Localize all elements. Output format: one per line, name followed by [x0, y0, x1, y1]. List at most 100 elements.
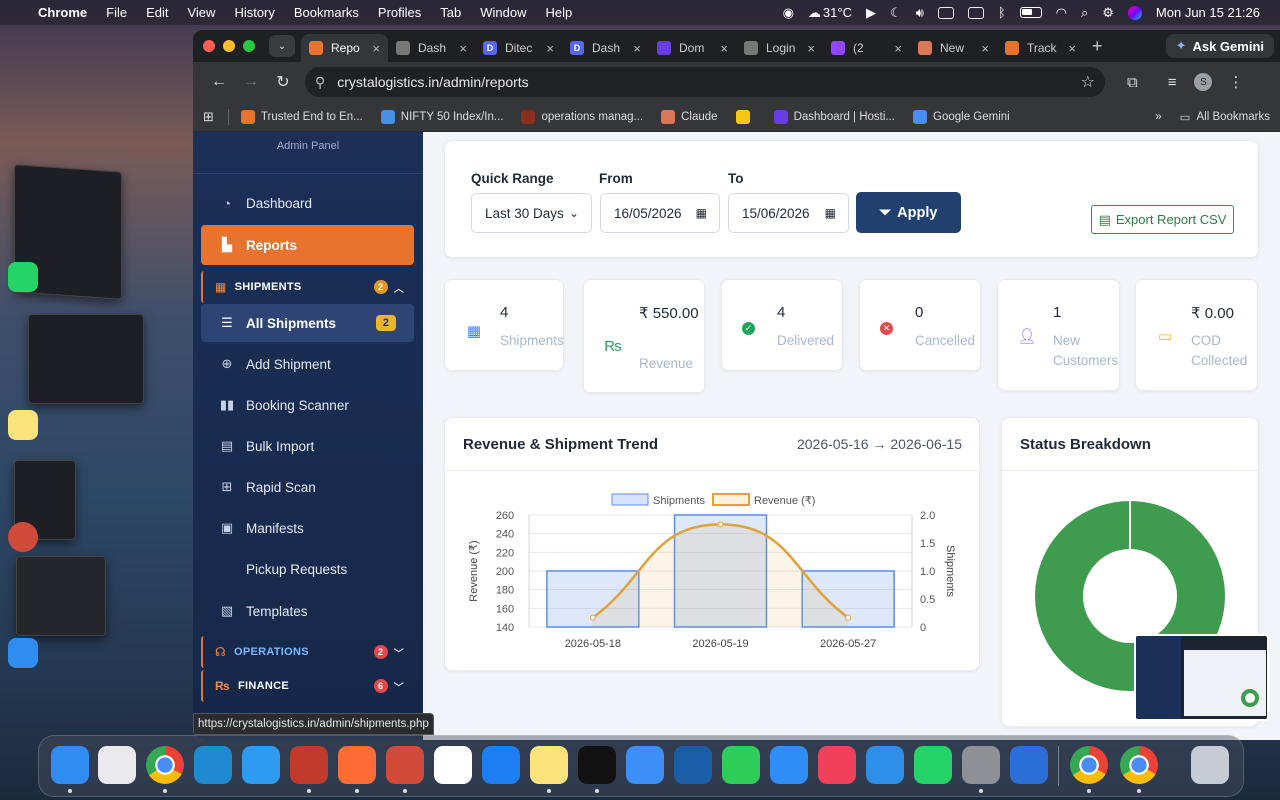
ask-gemini-button[interactable]: ✦ Ask Gemini: [1165, 34, 1274, 58]
chevron-down-icon[interactable]: ﹀: [394, 679, 404, 694]
dock-database-icon[interactable]: [290, 746, 328, 784]
sidebar-item-pickup-requests[interactable]: Pickup Requests: [201, 550, 414, 588]
to-date-input[interactable]: 15/06/2026 ▦: [728, 193, 849, 233]
siri-icon[interactable]: [1127, 5, 1142, 20]
sidebar-item-manifests[interactable]: ▣ Manifests: [201, 509, 414, 547]
dock-app-store-icon[interactable]: [770, 746, 808, 784]
dock-remote-desktop-icon[interactable]: [386, 746, 424, 784]
reload-icon[interactable]: ↻: [267, 72, 299, 92]
forward-arrow-icon[interactable]: →: [235, 73, 267, 91]
remote-desktop-icon[interactable]: [8, 522, 38, 552]
search-icon[interactable]: ⌕: [1081, 5, 1088, 21]
dock-mail-icon[interactable]: [626, 746, 664, 784]
dock-safari-icon[interactable]: [242, 746, 280, 784]
menu-help[interactable]: Help: [546, 5, 573, 20]
dock-spotify-icon[interactable]: [578, 746, 616, 784]
control-center-icon[interactable]: ⚙: [1102, 5, 1114, 21]
minimize-window-button[interactable]: [223, 40, 235, 52]
apps-grid-icon[interactable]: ⊞: [203, 109, 214, 125]
dock-keynote-icon[interactable]: [866, 746, 904, 784]
close-tab-icon[interactable]: ×: [459, 41, 467, 56]
dock-chrome-3-icon[interactable]: [1120, 746, 1158, 784]
browser-tab[interactable]: Track ×: [997, 34, 1084, 62]
finder-icon[interactable]: [8, 638, 38, 668]
profile-avatar[interactable]: S: [1194, 73, 1213, 91]
sidebar-item-bulk-import[interactable]: ▤ Bulk Import: [201, 427, 414, 465]
new-tab-button[interactable]: +: [1092, 36, 1103, 57]
dock-launchpad-icon[interactable]: [98, 746, 136, 784]
chevron-down-icon[interactable]: ﹀: [394, 645, 404, 660]
close-tab-icon[interactable]: ×: [372, 41, 380, 56]
close-tab-icon[interactable]: ×: [1068, 41, 1076, 56]
sidebar-item-booking-scanner[interactable]: ▮▮ Booking Scanner: [201, 386, 414, 424]
bookmarks-overflow-icon[interactable]: »: [1155, 111, 1161, 123]
dock-xcode-instruments-icon[interactable]: [434, 746, 472, 784]
clock[interactable]: Mon Jun 15 21:26: [1156, 5, 1260, 20]
close-tab-icon[interactable]: ×: [546, 41, 554, 56]
bookmark-star-icon[interactable]: ☆: [1081, 72, 1095, 92]
dock-trash-icon[interactable]: [1191, 746, 1229, 784]
dock-settings-icon[interactable]: [962, 746, 1000, 784]
menu-profiles[interactable]: Profiles: [378, 5, 421, 20]
url-text[interactable]: crystalogistics.in/admin/reports: [337, 74, 528, 90]
battery-icon[interactable]: [1019, 7, 1042, 18]
sidebar-item-reports[interactable]: ▙ Reports: [201, 225, 414, 265]
menu-edit[interactable]: Edit: [146, 5, 168, 20]
browser-tab[interactable]: D Ditec ×: [475, 34, 562, 62]
dock-chrome-icon[interactable]: [146, 746, 184, 784]
browser-tab[interactable]: D Dash ×: [562, 34, 649, 62]
extensions-icon[interactable]: ⧉: [1127, 74, 1138, 91]
close-tab-icon[interactable]: ×: [633, 41, 641, 56]
weather-icon[interactable]: ☁: [808, 5, 821, 21]
browser-tab[interactable]: New ×: [910, 34, 997, 62]
bookmark-item[interactable]: operations manag...: [521, 109, 643, 124]
bookmark-item[interactable]: [735, 109, 756, 124]
browser-tab[interactable]: Repo ×: [301, 34, 388, 62]
browser-tab[interactable]: (2 ×: [823, 34, 910, 62]
close-window-button[interactable]: [203, 40, 215, 52]
back-arrow-icon[interactable]: ←: [203, 73, 235, 91]
browser-tab[interactable]: Login ×: [736, 34, 823, 62]
sidebar-item-templates[interactable]: ▧ Templates: [201, 592, 414, 630]
bookmark-item[interactable]: Dashboard | Hosti...: [773, 109, 895, 124]
chevron-up-icon[interactable]: ︿: [394, 280, 404, 295]
dock-finder-icon[interactable]: [51, 746, 89, 784]
menu-window[interactable]: Window: [480, 5, 526, 20]
dock-chrome-2-icon[interactable]: [1070, 746, 1108, 784]
sidebar-group-operations[interactable]: ☊ OPERATIONS 2 ﹀: [201, 636, 414, 668]
display-icon[interactable]: [937, 6, 954, 19]
bluetooth-icon[interactable]: ᛒ: [998, 5, 1006, 20]
sidebar-group-shipments[interactable]: ▦ SHIPMENTS 2 ︿: [201, 271, 414, 303]
close-tab-icon[interactable]: ×: [807, 41, 815, 56]
dock-paw-icon[interactable]: [338, 746, 376, 784]
window-icon[interactable]: [967, 6, 984, 19]
bookmark-item[interactable]: Claude: [661, 109, 718, 124]
desktop-window-thumbnail[interactable]: [16, 556, 106, 636]
dock-xcode-icon[interactable]: [482, 746, 520, 784]
bookmark-item[interactable]: Google Gemini: [913, 109, 1010, 124]
browser-tab[interactable]: Dom ×: [649, 34, 736, 62]
sidebar-group-finance[interactable]: ₨ FINANCE 6 ﹀: [201, 670, 414, 702]
play-icon[interactable]: ▶: [866, 5, 876, 21]
tab-search-chevron-icon[interactable]: ⌄: [269, 35, 295, 57]
dock-vscode-icon[interactable]: [194, 746, 232, 784]
moon-icon[interactable]: ☾: [890, 5, 902, 21]
dock-notes-icon[interactable]: [530, 746, 568, 784]
calendar-icon[interactable]: ▦: [696, 206, 707, 220]
dock-quicktime-icon[interactable]: [1010, 746, 1048, 784]
export-csv-button[interactable]: ▤ Export Report CSV: [1091, 205, 1234, 234]
calendar-icon[interactable]: ▦: [825, 206, 836, 220]
menu-file[interactable]: File: [106, 5, 127, 20]
sidebar-item-all-shipments[interactable]: ☰ All Shipments 2: [201, 304, 414, 342]
all-bookmarks-link[interactable]: All Bookmarks: [1197, 111, 1271, 123]
url-omnibox[interactable]: ⚲ crystalogistics.in/admin/reports ☆: [305, 67, 1105, 97]
menu-history[interactable]: History: [234, 5, 274, 20]
whatsapp-icon[interactable]: [8, 262, 38, 292]
dock-thunderbird-icon[interactable]: [674, 746, 712, 784]
sidebar-item-dashboard[interactable]: ◔ Dashboard: [201, 184, 414, 222]
close-tab-icon[interactable]: ×: [720, 41, 728, 56]
browser-tab[interactable]: Dash ×: [388, 34, 475, 62]
bookmark-item[interactable]: Trusted End to En...: [240, 109, 363, 124]
chrome-menu-icon[interactable]: ⋮: [1228, 73, 1243, 91]
notes-icon[interactable]: [8, 410, 38, 440]
